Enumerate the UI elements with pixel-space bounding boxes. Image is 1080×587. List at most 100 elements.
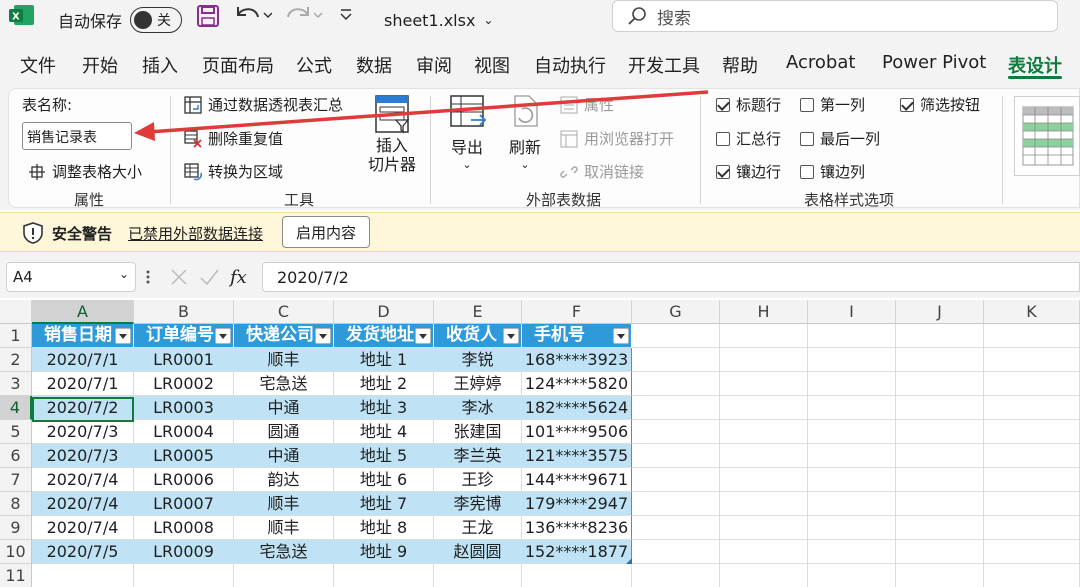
row-header-6[interactable]: 6	[0, 444, 32, 468]
table-cell[interactable]: LR0003	[134, 396, 234, 420]
empty-cell[interactable]	[632, 396, 720, 420]
empty-cell[interactable]	[808, 420, 896, 444]
empty-cell[interactable]	[632, 324, 720, 348]
table-cell[interactable]: 2020/7/1	[32, 348, 134, 372]
undo-icon[interactable]	[232, 3, 272, 27]
column-header-D[interactable]: D	[334, 300, 434, 324]
table-styles-gallery[interactable]	[1014, 96, 1080, 176]
first-column-checkbox[interactable]: 第一列	[800, 94, 865, 115]
table-cell[interactable]: 王龙	[434, 516, 522, 540]
empty-cell[interactable]	[896, 396, 984, 420]
total-row-checkbox[interactable]: 汇总行	[716, 128, 781, 149]
empty-cell[interactable]	[984, 540, 1080, 564]
empty-cell[interactable]	[896, 516, 984, 540]
empty-cell[interactable]	[632, 564, 720, 587]
row-header-11[interactable]: 11	[0, 564, 32, 587]
table-cell[interactable]: 2020/7/4	[32, 468, 134, 492]
table-cell[interactable]: LR0002	[134, 372, 234, 396]
table-cell[interactable]: 王珍	[434, 468, 522, 492]
empty-cell[interactable]	[632, 348, 720, 372]
table-cell[interactable]: LR0001	[134, 348, 234, 372]
table-cell[interactable]: 地址 2	[334, 372, 434, 396]
security-warning-link[interactable]: 已禁用外部数据连接	[128, 223, 263, 244]
empty-cell[interactable]	[808, 516, 896, 540]
table-cell[interactable]: 圆通	[234, 420, 334, 444]
column-header-I[interactable]: I	[808, 300, 896, 324]
table-cell[interactable]: 2020/7/4	[32, 516, 134, 540]
empty-cell[interactable]	[720, 492, 808, 516]
row-header-10[interactable]: 10	[0, 540, 32, 564]
empty-cell[interactable]	[32, 564, 134, 587]
tab-12[interactable]: Power Pivot	[882, 52, 986, 73]
banded-rows-checkbox[interactable]: 镶边行	[716, 161, 781, 182]
tab-1[interactable]: 开始	[82, 52, 118, 78]
unlink-button[interactable]: 取消链接	[560, 161, 644, 182]
tab-11[interactable]: Acrobat	[786, 52, 855, 73]
filter-dropdown-icon[interactable]	[315, 328, 331, 344]
table-cell[interactable]: LR0004	[134, 420, 234, 444]
filter-button-checkbox[interactable]: 筛选按钮	[900, 94, 980, 115]
table-cell[interactable]: LR0007	[134, 492, 234, 516]
tab-3[interactable]: 页面布局	[202, 52, 274, 78]
empty-cell[interactable]	[632, 420, 720, 444]
table-cell[interactable]: 宅急送	[234, 540, 334, 564]
row-header-7[interactable]: 7	[0, 468, 32, 492]
tab-5[interactable]: 数据	[356, 52, 392, 78]
tab-9[interactable]: 开发工具	[628, 52, 700, 78]
empty-cell[interactable]	[808, 396, 896, 420]
table-cell[interactable]: 地址 8	[334, 516, 434, 540]
empty-cell[interactable]	[632, 468, 720, 492]
filter-dropdown-icon[interactable]	[613, 328, 629, 344]
select-all-corner[interactable]	[0, 300, 32, 324]
empty-cell[interactable]	[896, 372, 984, 396]
table-cell[interactable]: 144****9671	[522, 468, 632, 492]
enable-content-button[interactable]: 启用内容	[282, 216, 370, 248]
table-cell[interactable]: 顺丰	[234, 516, 334, 540]
table-cell[interactable]: 王婷婷	[434, 372, 522, 396]
table-cell[interactable]: LR0008	[134, 516, 234, 540]
filter-dropdown-icon[interactable]	[115, 328, 131, 344]
table-cell[interactable]: 韵达	[234, 468, 334, 492]
empty-cell[interactable]	[896, 540, 984, 564]
table-cell[interactable]: 101****9506	[522, 420, 632, 444]
filter-dropdown-icon[interactable]	[415, 328, 431, 344]
autosave-toggle[interactable]: 关	[130, 0, 182, 40]
tab-0[interactable]: 文件	[20, 52, 56, 78]
table-cell[interactable]: 李宪博	[434, 492, 522, 516]
empty-cell[interactable]	[984, 492, 1080, 516]
empty-cell[interactable]	[720, 516, 808, 540]
table-cell[interactable]: LR0005	[134, 444, 234, 468]
table-header-cell[interactable]: 手机号	[522, 324, 632, 348]
customize-toolbar-icon[interactable]	[338, 8, 354, 22]
table-header-cell[interactable]: 订单编号	[134, 324, 234, 348]
table-cell[interactable]: 地址 1	[334, 348, 434, 372]
column-header-A[interactable]: A	[32, 300, 134, 324]
enter-icon[interactable]	[198, 262, 220, 292]
column-header-G[interactable]: G	[632, 300, 720, 324]
empty-cell[interactable]	[632, 492, 720, 516]
empty-cell[interactable]	[984, 564, 1080, 587]
search-box[interactable]: 搜索	[612, 0, 1058, 32]
empty-cell[interactable]	[632, 540, 720, 564]
empty-cell[interactable]	[632, 516, 720, 540]
table-cell[interactable]: 168****3923	[522, 348, 632, 372]
empty-cell[interactable]	[984, 444, 1080, 468]
empty-cell[interactable]	[720, 444, 808, 468]
formula-input[interactable]: 2020/7/2	[262, 262, 1080, 292]
table-cell[interactable]: 张建国	[434, 420, 522, 444]
table-cell[interactable]: 中通	[234, 396, 334, 420]
table-resize-handle[interactable]	[626, 558, 632, 564]
table-cell[interactable]: 顺丰	[234, 492, 334, 516]
tab-10[interactable]: 帮助	[722, 52, 758, 78]
table-cell[interactable]: 地址 6	[334, 468, 434, 492]
table-cell[interactable]: 地址 7	[334, 492, 434, 516]
table-cell[interactable]: 顺丰	[234, 348, 334, 372]
table-header-cell[interactable]: 发货地址	[334, 324, 434, 348]
tab-2[interactable]: 插入	[142, 52, 178, 78]
banded-columns-checkbox[interactable]: 镶边列	[800, 161, 865, 182]
empty-cell[interactable]	[984, 468, 1080, 492]
empty-cell[interactable]	[720, 324, 808, 348]
empty-cell[interactable]	[896, 420, 984, 444]
table-cell[interactable]: 中通	[234, 444, 334, 468]
row-header-1[interactable]: 1	[0, 324, 32, 348]
